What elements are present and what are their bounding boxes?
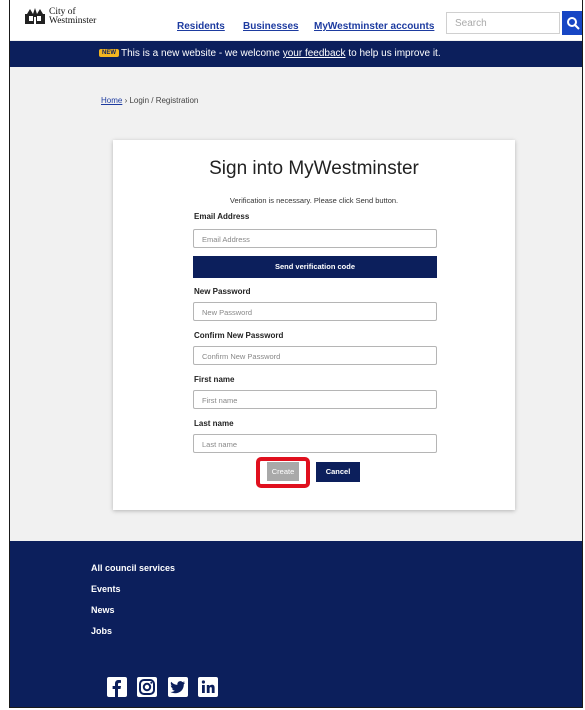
nav-mywestminster-accounts[interactable]: MyWestminster accounts xyxy=(314,21,434,32)
breadcrumb: Home › Login / Registration xyxy=(101,96,198,105)
first-name-field[interactable]: First name xyxy=(193,390,437,409)
feedback-banner: NEW This is a new website - we welcome y… xyxy=(10,41,582,67)
site-header: City of Westminster Residents Businesses… xyxy=(10,0,582,40)
site-logo[interactable]: City of Westminster xyxy=(24,7,97,26)
footer-link-events[interactable]: Events xyxy=(91,584,121,594)
twitter-icon xyxy=(170,681,185,694)
site-footer: All council services Events News Jobs xyxy=(10,541,582,707)
banner-text-before: This is a new website - we welcome xyxy=(121,48,283,59)
crest-icon xyxy=(25,8,45,24)
new-password-field[interactable]: New Password xyxy=(193,302,437,321)
email-field[interactable]: Email Address xyxy=(193,229,437,248)
banner-message: This is a new website - we welcome your … xyxy=(121,48,441,59)
confirm-password-label: Confirm New Password xyxy=(194,331,284,340)
page-frame: City of Westminster Residents Businesses… xyxy=(9,0,583,708)
twitter-link[interactable] xyxy=(168,677,188,697)
email-label: Email Address xyxy=(194,212,250,221)
last-name-label: Last name xyxy=(194,419,234,428)
nav-businesses[interactable]: Businesses xyxy=(243,21,299,32)
footer-link-jobs[interactable]: Jobs xyxy=(91,626,112,636)
create-button-highlight xyxy=(256,457,310,488)
footer-link-news[interactable]: News xyxy=(91,605,115,615)
new-password-label: New Password xyxy=(194,287,251,296)
confirm-password-field[interactable]: Confirm New Password xyxy=(193,346,437,365)
nav-residents[interactable]: Residents xyxy=(177,21,225,32)
first-name-label: First name xyxy=(194,375,235,384)
facebook-link[interactable] xyxy=(107,677,127,697)
search-input[interactable]: Search xyxy=(446,12,560,34)
send-verification-button[interactable]: Send verification code xyxy=(193,256,437,278)
verification-info: Verification is necessary. Please click … xyxy=(229,196,399,205)
feedback-link[interactable]: your feedback xyxy=(283,48,346,59)
breadcrumb-home[interactable]: Home xyxy=(101,96,122,105)
logo-text: City of Westminster xyxy=(49,7,97,26)
facebook-icon xyxy=(112,680,121,697)
banner-text-after: to help us improve it. xyxy=(345,48,441,59)
footer-link-all-council-services[interactable]: All council services xyxy=(91,563,175,573)
breadcrumb-current: Login / Registration xyxy=(129,96,199,105)
search-icon xyxy=(567,17,580,30)
cancel-button[interactable]: Cancel xyxy=(316,462,360,482)
form-title: Sign into MyWestminster xyxy=(209,158,419,179)
new-badge: NEW xyxy=(99,49,119,57)
instagram-icon xyxy=(139,679,155,695)
search-button[interactable] xyxy=(562,11,582,35)
sign-in-card: Sign into MyWestminster Verification is … xyxy=(113,140,515,510)
logo-line-2: Westminster xyxy=(49,16,97,26)
linkedin-icon xyxy=(201,680,215,693)
linkedin-link[interactable] xyxy=(198,677,218,697)
last-name-field[interactable]: Last name xyxy=(193,434,437,453)
instagram-link[interactable] xyxy=(137,677,157,697)
